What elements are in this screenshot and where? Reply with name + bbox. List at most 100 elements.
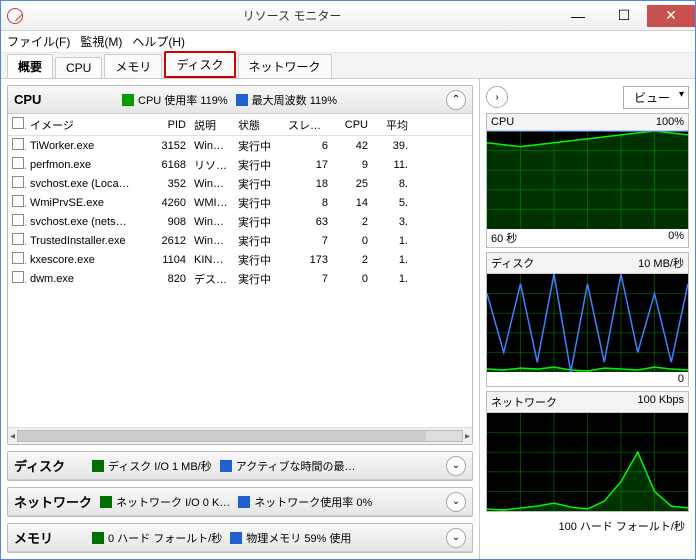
- process-table-body[interactable]: TiWorker.exe3152Win…実行中64239.perfmon.exe…: [8, 136, 472, 427]
- view-select[interactable]: ビュー: [623, 86, 689, 109]
- tab-network[interactable]: ネットワーク: [238, 54, 332, 78]
- cell-image: WmiPrvSE.exe: [26, 197, 146, 209]
- window: リソース モニター ― ☐ ✕ ファイル(F) 監視(M) ヘルプ(H) 概要 …: [0, 0, 696, 560]
- memory-chart-label: 100 ハード フォールト/秒: [486, 516, 689, 534]
- disk-panel: ディスク ディスク I/O 1 MB/秒 アクティブな時間の最… ⌄: [7, 451, 473, 481]
- row-checkbox[interactable]: [12, 233, 24, 245]
- row-checkbox[interactable]: [12, 214, 24, 226]
- disk-panel-header[interactable]: ディスク ディスク I/O 1 MB/秒 アクティブな時間の最… ⌄: [8, 452, 472, 480]
- cell-desc: Win…: [190, 140, 234, 152]
- col-avg[interactable]: 平均: [372, 117, 412, 133]
- row-checkbox[interactable]: [12, 138, 24, 150]
- cell-status: 実行中: [234, 214, 284, 230]
- cell-avg: 1.: [372, 254, 412, 266]
- cell-desc: デス…: [190, 271, 234, 287]
- expand-icon[interactable]: ⌄: [446, 456, 466, 476]
- titlebar[interactable]: リソース モニター ― ☐ ✕: [1, 1, 695, 31]
- cell-image: perfmon.exe: [26, 159, 146, 171]
- cell-image: kxescore.exe: [26, 254, 146, 266]
- cell-cpu: 42: [332, 140, 372, 152]
- collapse-icon[interactable]: ⌃: [446, 90, 466, 110]
- col-threads[interactable]: スレッド: [284, 117, 332, 133]
- table-row[interactable]: perfmon.exe6168リソ…実行中17911.: [8, 155, 472, 174]
- horizontal-scrollbar[interactable]: ◂▸: [8, 427, 472, 444]
- menu-file[interactable]: ファイル(F): [7, 33, 70, 50]
- table-row[interactable]: WmiPrvSE.exe4260WMI…実行中8145.: [8, 193, 472, 212]
- memory-panel-header[interactable]: メモリ 0 ハード フォールト/秒 物理メモリ 59% 使用 ⌄: [8, 524, 472, 552]
- chart-block: ネットワーク100 Kbps: [486, 391, 689, 512]
- cpu-panel-title: CPU: [14, 92, 114, 107]
- table-row[interactable]: TiWorker.exe3152Win…実行中64239.: [8, 136, 472, 155]
- tab-disk[interactable]: ディスク: [164, 51, 235, 78]
- row-checkbox[interactable]: [12, 252, 24, 264]
- table-row[interactable]: dwm.exe820デス…実行中701.: [8, 269, 472, 288]
- tab-overview[interactable]: 概要: [7, 54, 53, 78]
- cell-cpu: 14: [332, 197, 372, 209]
- chart-foot-right: 0%: [668, 230, 684, 246]
- maximize-button[interactable]: ☐: [601, 5, 647, 27]
- cell-pid: 6168: [146, 159, 190, 171]
- col-status[interactable]: 状態: [234, 117, 284, 133]
- chart-canvas: [487, 413, 688, 511]
- tab-cpu[interactable]: CPU: [55, 57, 102, 78]
- chart-max: 100 Kbps: [638, 394, 684, 410]
- cell-status: 実行中: [234, 176, 284, 192]
- expand-icon[interactable]: ⌄: [446, 528, 466, 548]
- green-square-icon: [122, 94, 134, 106]
- charts-container: CPU100%60 秒0%ディスク10 MB/秒0ネットワーク100 Kbps: [486, 113, 689, 512]
- table-row[interactable]: svchost.exe (Loca…352Win…実行中18258.: [8, 174, 472, 193]
- row-checkbox[interactable]: [12, 157, 24, 169]
- memory-phys-metric: 物理メモリ 59% 使用: [230, 530, 351, 546]
- cell-cpu: 9: [332, 159, 372, 171]
- col-pid[interactable]: PID: [146, 119, 190, 131]
- close-button[interactable]: ✕: [647, 5, 695, 27]
- col-cpu[interactable]: CPU: [332, 119, 372, 131]
- cell-status: 実行中: [234, 138, 284, 154]
- col-image[interactable]: イメージ: [26, 117, 146, 133]
- menu-monitor[interactable]: 監視(M): [80, 33, 122, 50]
- cell-status: 実行中: [234, 233, 284, 249]
- row-checkbox[interactable]: [12, 176, 24, 188]
- cell-status: 実行中: [234, 157, 284, 173]
- menubar: ファイル(F) 監視(M) ヘルプ(H): [1, 31, 695, 53]
- cell-avg: 1.: [372, 273, 412, 285]
- cpu-maxfreq-metric: 最大周波数 119%: [236, 92, 337, 108]
- disk-panel-title: ディスク: [14, 456, 84, 475]
- col-desc[interactable]: 説明: [190, 117, 234, 133]
- cell-desc: WMI…: [190, 197, 234, 209]
- cpu-usage-metric: CPU 使用率 119%: [122, 92, 228, 108]
- chart-canvas: [487, 131, 688, 229]
- cell-desc: Win…: [190, 216, 234, 228]
- minimize-button[interactable]: ―: [555, 5, 601, 27]
- row-checkbox[interactable]: [12, 195, 24, 207]
- table-row[interactable]: TrustedInstaller.exe2612Win…実行中701.: [8, 231, 472, 250]
- menu-help[interactable]: ヘルプ(H): [132, 33, 185, 50]
- cell-pid: 908: [146, 216, 190, 228]
- cell-avg: 5.: [372, 197, 412, 209]
- table-row[interactable]: svchost.exe (nets…908Win…実行中6323.: [8, 212, 472, 231]
- disk-active-metric: アクティブな時間の最…: [220, 458, 356, 474]
- network-usage-metric: ネットワーク使用率 0%: [238, 494, 372, 510]
- network-panel-header[interactable]: ネットワーク ネットワーク I/O 0 K… ネットワーク使用率 0% ⌄: [8, 488, 472, 516]
- nav-button[interactable]: ›: [486, 86, 508, 108]
- blue-square-icon: [230, 532, 242, 544]
- app-icon: [7, 8, 23, 24]
- chart-block: ディスク10 MB/秒0: [486, 252, 689, 387]
- memory-panel: メモリ 0 ハード フォールト/秒 物理メモリ 59% 使用 ⌄: [7, 523, 473, 553]
- network-panel-title: ネットワーク: [14, 492, 92, 511]
- cell-threads: 8: [284, 197, 332, 209]
- process-table-header[interactable]: イメージ PID 説明 状態 スレッド CPU 平均: [8, 114, 472, 136]
- tab-memory[interactable]: メモリ: [104, 54, 162, 78]
- cell-threads: 173: [284, 254, 332, 266]
- checkbox-all[interactable]: [12, 117, 24, 129]
- cell-threads: 63: [284, 216, 332, 228]
- cell-status: 実行中: [234, 252, 284, 268]
- cpu-panel-header[interactable]: CPU CPU 使用率 119% 最大周波数 119% ⌃: [8, 86, 472, 114]
- table-row[interactable]: kxescore.exe1104KIN…実行中17321.: [8, 250, 472, 269]
- cell-pid: 4260: [146, 197, 190, 209]
- row-checkbox[interactable]: [12, 271, 24, 283]
- cell-image: dwm.exe: [26, 273, 146, 285]
- cell-cpu: 0: [332, 273, 372, 285]
- network-io-metric: ネットワーク I/O 0 K…: [100, 494, 230, 510]
- expand-icon[interactable]: ⌄: [446, 492, 466, 512]
